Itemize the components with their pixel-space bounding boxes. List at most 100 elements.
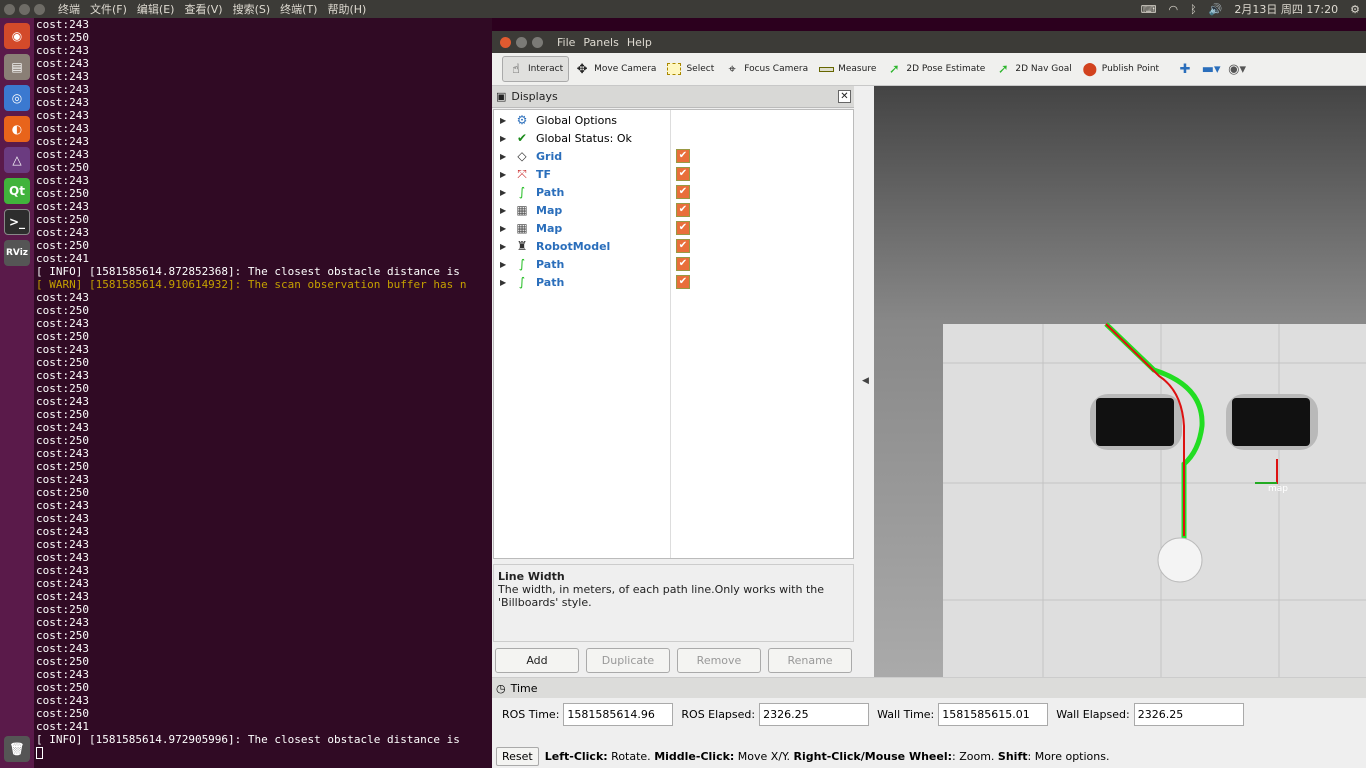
rename-button[interactable]: Rename [768, 648, 852, 673]
tool-move-camera[interactable]: ✥ Move Camera [569, 56, 661, 82]
rviz-menu-panels[interactable]: Panels [583, 36, 618, 49]
displays-tree[interactable]: ▶ ⚙ Global Options ▶ ✔ Global Status: Ok ▶ ◇ Gri… [493, 109, 854, 559]
remove-tool-button[interactable]: ▬▾ [1198, 56, 1224, 82]
display-item-tf[interactable]: ▶ ⤧ TF ✔ [494, 165, 854, 183]
rviz-menu-file[interactable]: File [557, 36, 575, 49]
display-item-robotmodel[interactable]: ▶ ♜ RobotModel ✔ [494, 237, 854, 255]
tool-2d-pose-estimate[interactable]: ➚ 2D Pose Estimate [881, 56, 990, 82]
terminal-line: cost:250 [36, 330, 89, 343]
expand-arrow-icon[interactable]: ▶ [500, 152, 510, 161]
render-view[interactable]: map [874, 86, 1366, 677]
rviz-close-button[interactable] [500, 36, 511, 48]
app-icon[interactable]: △ [4, 147, 30, 173]
menu-file[interactable]: 文件(F) [85, 1, 132, 17]
description-title: Line Width [498, 570, 565, 583]
add-tool-button[interactable]: ✚ [1172, 56, 1198, 82]
wall-elapsed-field[interactable]: 2326.25 [1133, 703, 1244, 726]
enabled-checkbox[interactable]: ✔ [676, 185, 690, 199]
reset-button[interactable]: Reset [496, 746, 539, 766]
rviz-icon[interactable]: RViz [4, 240, 30, 266]
measure-icon [818, 61, 834, 77]
render-canvas[interactable]: map [874, 86, 1366, 677]
check-icon: ✔ [516, 131, 528, 145]
displays-panel: ▣ Displays ✕ ▶ ⚙ Global Options ▶ ✔ Global St… [492, 86, 854, 677]
display-item-global-status-ok[interactable]: ▶ ✔ Global Status: Ok [494, 129, 854, 147]
close-window-button[interactable] [4, 3, 15, 15]
terminal-line: cost:243 [36, 70, 89, 83]
tool-label: 2D Nav Goal [1015, 64, 1072, 74]
remove-button[interactable]: Remove [677, 648, 761, 673]
expand-arrow-icon[interactable]: ▶ [500, 260, 510, 269]
maximize-window-button[interactable] [34, 3, 45, 15]
terminal-icon[interactable]: >_ [4, 209, 30, 235]
expand-arrow-icon[interactable]: ▶ [500, 134, 510, 143]
bluetooth-icon[interactable]: ᛒ [1190, 3, 1197, 16]
display-item-map[interactable]: ▶ ▦ Map ✔ [494, 219, 854, 237]
menu-search[interactable]: 搜索(S) [228, 1, 276, 17]
menu-view[interactable]: 查看(V) [179, 1, 227, 17]
display-item-path[interactable]: ▶ ∫ Path ✔ [494, 273, 854, 291]
expand-arrow-icon[interactable]: ▶ [500, 188, 510, 197]
duplicate-button[interactable]: Duplicate [586, 648, 670, 673]
display-item-grid[interactable]: ▶ ◇ Grid ✔ [494, 147, 854, 165]
view-toggle-button[interactable]: ◉▾ [1224, 56, 1250, 82]
display-item-path[interactable]: ▶ ∫ Path ✔ [494, 255, 854, 273]
ros-elapsed-field[interactable]: 2326.25 [759, 703, 870, 726]
enabled-checkbox[interactable]: ✔ [676, 275, 690, 289]
ros-time-field[interactable]: 1581585614.96 [563, 703, 674, 726]
settings-gear-icon[interactable]: ⚙ [1350, 3, 1360, 16]
rviz-minimize-button[interactable] [516, 36, 527, 48]
terminal-line: cost:250 [36, 434, 89, 447]
trash-icon[interactable]: 🗑 [4, 736, 30, 762]
expand-arrow-icon[interactable]: ▶ [500, 206, 510, 215]
wall-time-field[interactable]: 1581585615.01 [938, 703, 1049, 726]
tool-2d-nav-goal[interactable]: ➚ 2D Nav Goal [990, 56, 1076, 82]
display-item-global-options[interactable]: ▶ ⚙ Global Options [494, 111, 854, 129]
tool-publish-point[interactable]: ⬤ Publish Point [1077, 56, 1164, 82]
clock[interactable]: 2月13日 周四 17:20 [1234, 1, 1338, 17]
expand-arrow-icon[interactable]: ▶ [500, 242, 510, 251]
display-item-path[interactable]: ▶ ∫ Path ✔ [494, 183, 854, 201]
expand-arrow-icon[interactable]: ▶ [500, 278, 510, 287]
path-icon: ∫ [518, 275, 526, 289]
expand-arrow-icon[interactable]: ▶ [500, 116, 510, 125]
minimize-window-button[interactable] [19, 3, 30, 15]
enabled-checkbox[interactable]: ✔ [676, 221, 690, 235]
tool-select[interactable]: Select [661, 56, 719, 82]
add-button[interactable]: Add [495, 648, 579, 673]
rviz-maximize-button[interactable] [532, 36, 543, 48]
enabled-checkbox[interactable]: ✔ [676, 167, 690, 181]
tool-interact[interactable]: ☝ Interact [502, 56, 570, 82]
tool-measure[interactable]: Measure [813, 56, 881, 82]
obstacle [1232, 398, 1310, 446]
close-panel-icon[interactable]: ✕ [838, 90, 851, 103]
display-item-map[interactable]: ▶ ▦ Map ✔ [494, 201, 854, 219]
keyboard-icon[interactable]: ⌨ [1141, 3, 1157, 16]
menu-help[interactable]: 帮助(H) [322, 1, 371, 17]
terminal-line: cost:243 [36, 83, 89, 96]
ubuntu-icon[interactable]: ◉ [4, 23, 30, 49]
menu-terminal-app[interactable]: 终端 [53, 1, 85, 17]
terminal-output[interactable]: cost:243 cost:250 cost:243 cost:243 cost:243… [34, 18, 492, 768]
menu-edit[interactable]: 编辑(E) [132, 1, 180, 17]
firefox-icon[interactable]: ◐ [4, 116, 30, 142]
menu-terminal[interactable]: 终端(T) [275, 1, 322, 17]
rviz-menu-help[interactable]: Help [627, 36, 652, 49]
tool-focus-camera[interactable]: ⌖ Focus Camera [719, 56, 813, 82]
volume-icon[interactable]: 🔊 [1209, 3, 1223, 16]
enabled-checkbox[interactable]: ✔ [676, 149, 690, 163]
enabled-checkbox[interactable]: ✔ [676, 203, 690, 217]
enabled-checkbox[interactable]: ✔ [676, 239, 690, 253]
tool-label: Measure [838, 64, 877, 74]
terminal-line: cost:243 [36, 512, 89, 525]
enabled-checkbox[interactable]: ✔ [676, 257, 690, 271]
chromium-icon[interactable]: ◎ [4, 85, 30, 111]
expand-arrow-icon[interactable]: ▶ [500, 224, 510, 233]
files-icon[interactable]: ▤ [4, 54, 30, 80]
qt-icon[interactable]: Qt [4, 178, 30, 204]
expand-arrow-icon[interactable]: ▶ [500, 170, 510, 179]
tf-icon: ⤧ [517, 166, 527, 181]
panel-splitter[interactable]: ◀ [854, 86, 874, 677]
wifi-icon[interactable]: ◠ [1169, 3, 1179, 16]
collapse-arrow-icon[interactable]: ◀ [862, 376, 869, 386]
